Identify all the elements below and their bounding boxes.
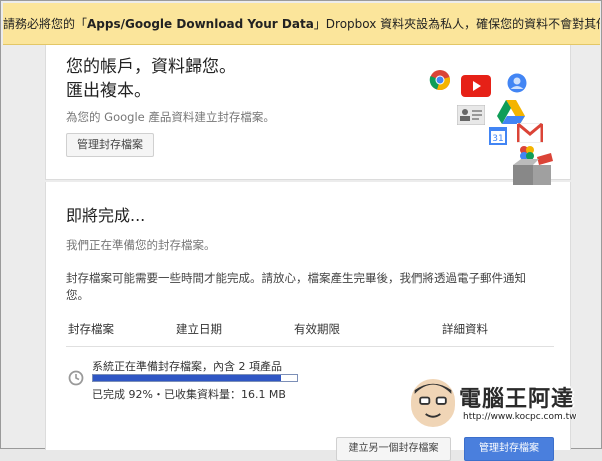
profile-icon xyxy=(507,73,527,93)
clock-icon xyxy=(68,370,84,386)
calendar-icon: 31 xyxy=(489,127,507,145)
banner-text-after: 」Dropbox 資料夾設為私人，確保您的資料不會對其他人公開。 xyxy=(313,17,600,31)
contacts-icon xyxy=(457,105,485,125)
youtube-icon xyxy=(461,75,491,97)
archive-row-detail: 已完成 92%・已收集資料量：16.1 MB xyxy=(92,388,286,401)
watermark-title: 電腦王阿達 xyxy=(459,387,575,412)
window-frame: 請務必將您的「Apps/Google Download Your Data」Dr… xyxy=(0,0,602,461)
hero-title: 您的帳戶，資料歸您。 匯出複本。 xyxy=(66,55,236,103)
archive-progress-bar xyxy=(92,374,298,382)
svg-text:31: 31 xyxy=(492,134,503,144)
manage-archives-primary-button[interactable]: 管理封存檔案 xyxy=(464,437,554,461)
mascot-logo xyxy=(409,377,457,429)
hero-title-line2: 匯出複本。 xyxy=(66,81,151,101)
column-header-details: 詳細資料 xyxy=(442,322,488,336)
site-watermark: 電腦王阿達 http://www.kocpc.com.tw xyxy=(409,377,599,433)
status-preparing: 我們正在準備您的封存檔案。 xyxy=(66,238,216,252)
table-divider xyxy=(66,346,554,347)
hero-title-line1: 您的帳戶，資料歸您。 xyxy=(66,57,236,77)
banner-text-before: 請務必將您的「 xyxy=(3,17,88,31)
status-note: 封存檔案可能需要一些時間才能完成。請放心，檔案產生完畢後，我們將透過電子郵件通知… xyxy=(66,271,526,302)
banner-folder-name: Apps/Google Download Your Data xyxy=(87,17,314,31)
hero-subtitle: 為您的 Google 產品資料建立封存檔案。 xyxy=(66,110,275,124)
notice-banner: 請務必將您的「Apps/Google Download Your Data」Dr… xyxy=(3,3,600,45)
gmail-icon xyxy=(517,123,543,143)
archive-row-status: 系統正在準備封存檔案，內含 2 項產品 xyxy=(92,360,282,373)
manage-archives-button[interactable]: 管理封存檔案 xyxy=(66,133,154,157)
column-header-archive: 封存檔案 xyxy=(68,322,114,336)
column-header-created: 建立日期 xyxy=(176,322,222,336)
create-another-archive-button[interactable]: 建立另一個封存檔案 xyxy=(336,437,451,461)
status-title: 即將完成... xyxy=(66,206,146,225)
archive-box-icon xyxy=(513,153,553,185)
watermark-url: http://www.kocpc.com.tw xyxy=(463,412,577,422)
drive-icon xyxy=(497,100,525,124)
google-products-illustration: 31 xyxy=(421,65,561,185)
archive-progress-fill xyxy=(93,375,281,381)
chrome-icon xyxy=(429,70,450,90)
column-header-expires: 有效期限 xyxy=(294,322,340,336)
